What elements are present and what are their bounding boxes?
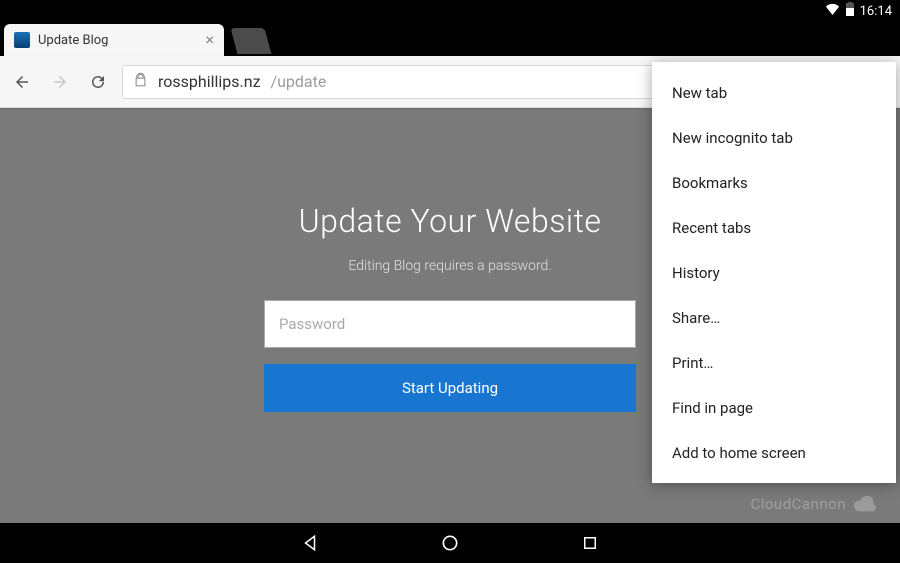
favicon-icon	[14, 32, 30, 48]
android-home-button[interactable]	[440, 533, 460, 553]
url-domain: rossphillips.nz	[158, 72, 261, 91]
menu-item-find-in-page[interactable]: Find in page	[652, 385, 896, 430]
menu-item-recent-tabs[interactable]: Recent tabs	[652, 205, 896, 250]
menu-item-bookmarks[interactable]: Bookmarks	[652, 160, 896, 205]
new-tab-button[interactable]	[231, 28, 272, 54]
menu-item-share[interactable]: Share…	[652, 295, 896, 340]
menu-item-new-incognito-tab[interactable]: New incognito tab	[652, 115, 896, 160]
back-button[interactable]	[8, 68, 36, 96]
menu-item-new-tab[interactable]: New tab	[652, 70, 896, 115]
password-input[interactable]: Password	[264, 300, 636, 348]
tab-strip: Update Blog ×	[0, 22, 900, 56]
menu-item-add-to-home-screen[interactable]: Add to home screen	[652, 430, 896, 475]
start-updating-button[interactable]: Start Updating	[264, 364, 636, 412]
wifi-icon	[825, 3, 840, 19]
android-nav-bar	[0, 523, 900, 563]
page-subheading: Editing Blog requires a password.	[348, 258, 551, 274]
menu-item-history[interactable]: History	[652, 250, 896, 295]
brand-text: CloudCannon	[750, 495, 846, 513]
battery-icon	[846, 2, 854, 20]
status-time: 16:14	[860, 4, 892, 19]
url-path: /update	[271, 72, 327, 91]
chrome-overflow-menu: New tab New incognito tab Bookmarks Rece…	[652, 62, 896, 483]
tab-title: Update Blog	[38, 33, 108, 48]
android-status-bar: 16:14	[0, 0, 900, 22]
site-info-icon[interactable]	[133, 72, 148, 91]
menu-item-print[interactable]: Print…	[652, 340, 896, 385]
reload-button[interactable]	[84, 68, 112, 96]
password-placeholder: Password	[279, 315, 345, 333]
close-tab-icon[interactable]: ×	[205, 32, 214, 48]
cloud-icon	[854, 496, 876, 512]
android-recent-button[interactable]	[580, 533, 600, 553]
page-heading: Update Your Website	[299, 202, 602, 240]
site-brand: CloudCannon	[750, 495, 876, 513]
forward-button[interactable]	[46, 68, 74, 96]
android-back-button[interactable]	[300, 533, 320, 553]
active-tab[interactable]: Update Blog ×	[4, 24, 224, 56]
